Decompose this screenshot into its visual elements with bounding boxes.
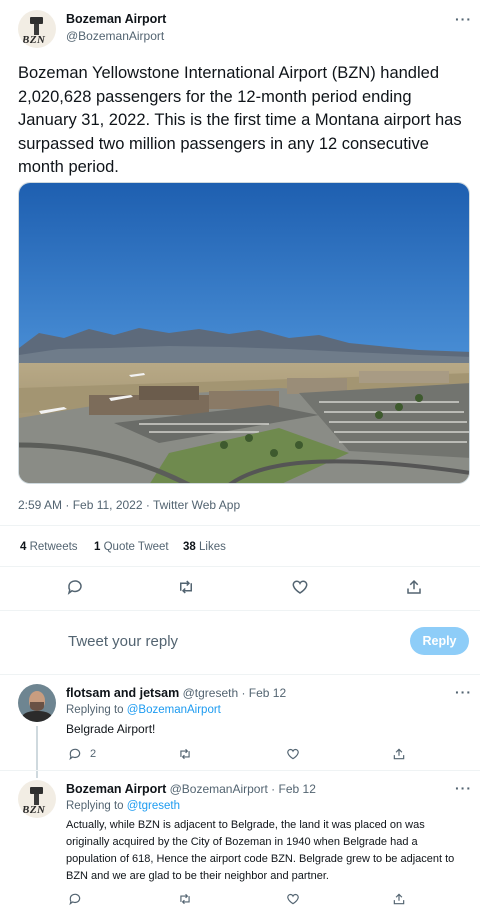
tweet-photo[interactable] [18,182,470,484]
reply-icon[interactable] [68,892,82,906]
like-icon[interactable] [291,578,309,596]
reply-author-name[interactable]: Bozeman Airport [66,782,166,796]
more-icon[interactable]: ··· [455,684,472,700]
divider [0,610,480,611]
author-handle[interactable]: @BozemanAirport [66,29,164,43]
tower-icon [30,787,43,794]
share-icon[interactable] [405,578,423,596]
reply-author-avatar[interactable] [18,684,56,722]
reply-count: 2 [90,748,97,760]
avatar-logo-text: BZN [22,34,46,46]
replying-to: Replying to @BozemanAirport [66,704,221,716]
reply-header: flotsam and jetsam @tgreseth · Feb 12 [66,686,286,700]
share-icon[interactable] [392,892,406,906]
reply-input[interactable]: Tweet your reply [68,633,388,650]
more-icon[interactable]: ··· [455,11,472,27]
reply-author-handle[interactable]: @tgreseth [183,686,239,700]
retweet-icon[interactable] [178,747,192,761]
reply-author-handle[interactable]: @BozemanAirport [170,782,268,796]
replying-to-handle[interactable]: @tgreseth [127,800,180,812]
replying-to: Replying to @tgreseth [66,800,180,812]
like-icon[interactable] [286,747,300,761]
author-avatar[interactable]: BZN [18,10,56,48]
retweet-icon[interactable] [177,578,195,596]
airport-aerial-photo [19,183,469,483]
retweets-stat[interactable]: 4 Retweets [20,541,78,553]
divider [0,674,480,675]
avatar-logo-text: BZN [22,804,46,816]
like-icon[interactable] [286,892,300,906]
tweet-text: Bozeman Yellowstone International Airpor… [18,64,462,176]
reply-icon[interactable] [68,747,82,761]
reply-icon[interactable] [66,578,84,596]
reply-date[interactable]: · Feb 12 [241,686,286,700]
share-icon[interactable] [392,747,406,761]
reply-author-name[interactable]: flotsam and jetsam [66,686,179,700]
replying-to-handle[interactable]: @BozemanAirport [127,704,221,716]
likes-stat[interactable]: 38 Likes [183,541,226,553]
divider [0,566,480,567]
tower-icon [30,17,43,24]
reply-button[interactable]: Reply [410,627,469,655]
reply-author-avatar[interactable]: BZN [18,780,56,818]
author-name[interactable]: Bozeman Airport [66,12,166,26]
more-icon[interactable]: ··· [455,780,472,796]
divider [0,770,480,771]
reply-header: Bozeman Airport @BozemanAirport · Feb 12 [66,782,316,796]
quote-tweets-stat[interactable]: 1 Quote Tweet [94,541,169,553]
reply-text: Belgrade Airport! [66,722,156,736]
reply-date[interactable]: · Feb 12 [271,782,316,796]
divider [0,525,480,526]
reply-text: Actually, while BZN is adjacent to Belgr… [66,819,455,882]
retweet-icon[interactable] [178,892,192,906]
tweet-timestamp[interactable]: 2:59 AM · Feb 11, 2022 · Twitter Web App [18,498,240,512]
